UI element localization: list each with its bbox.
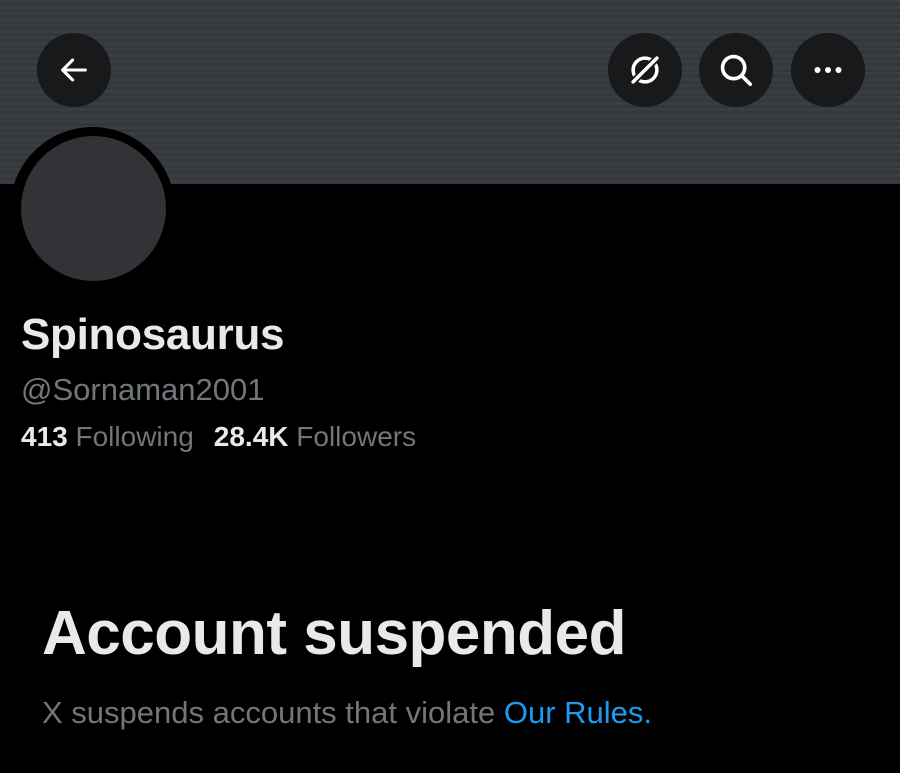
following-link[interactable]: 413 Following: [21, 421, 194, 453]
suspended-title: Account suspended: [42, 599, 627, 668]
followers-label: Followers: [296, 421, 417, 452]
search-button[interactable]: [699, 33, 773, 107]
followers-link[interactable]: 28.4K Followers: [214, 421, 416, 453]
user-handle: @Sornaman2001: [21, 372, 265, 407]
display-name: Spinosaurus: [21, 310, 285, 359]
suspended-message-text: X suspends accounts that violate: [42, 695, 504, 730]
our-rules-link[interactable]: Our Rules: [504, 695, 644, 730]
search-icon: [720, 54, 753, 87]
followers-count: 28.4K: [213, 421, 289, 452]
grok-button[interactable]: [608, 33, 682, 107]
suspended-message: X suspends accounts that violate Our Rul…: [42, 695, 652, 731]
back-arrow-icon: [61, 58, 87, 82]
following-label: Following: [75, 421, 194, 452]
profile-stats: 413 Following 28.4K Followers: [21, 421, 416, 453]
grok-icon: [629, 54, 661, 86]
more-icon: [814, 67, 842, 73]
following-count: 413: [21, 421, 68, 452]
suspended-message-suffix: .: [643, 695, 653, 730]
avatar[interactable]: [21, 136, 166, 281]
more-options-button[interactable]: [791, 33, 865, 107]
back-button[interactable]: [37, 33, 111, 107]
